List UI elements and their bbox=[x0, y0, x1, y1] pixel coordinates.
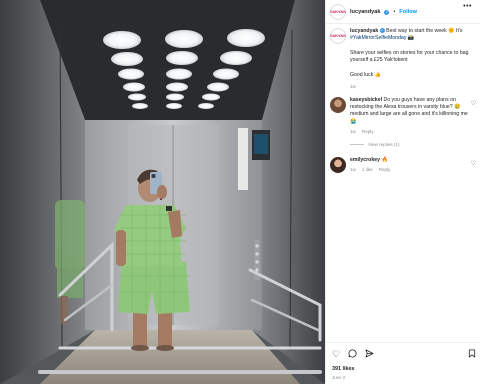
caption-hashtag-suffix: 📸 bbox=[406, 35, 415, 42]
avatar-text-line-1: YAK bbox=[329, 9, 338, 14]
comment-time: 1w bbox=[350, 167, 356, 173]
comment-likes-count[interactable]: 1 like bbox=[362, 167, 373, 172]
comment-text: 🔥 bbox=[381, 157, 388, 163]
caption-verified-badge-icon: ✓ bbox=[379, 28, 385, 34]
bookmark-icon[interactable] bbox=[468, 348, 476, 360]
share-icon[interactable] bbox=[365, 348, 374, 360]
comment-item: kaseysbickel Do you guys have any plans … bbox=[330, 97, 478, 134]
heart-icon[interactable]: ♡ bbox=[332, 349, 340, 359]
commenter-avatar[interactable] bbox=[330, 97, 346, 113]
actions-divider bbox=[326, 342, 480, 343]
caption-paragraph-3: Good luck 👍 bbox=[350, 71, 382, 78]
comment-reply-button[interactable]: Reply bbox=[379, 167, 391, 172]
commenter-avatar[interactable] bbox=[330, 157, 346, 173]
follow-button[interactable]: Follow bbox=[399, 9, 417, 15]
caption-avatar-text-line-1: YAK bbox=[329, 33, 338, 38]
comment-username[interactable]: kaseysbickel bbox=[350, 97, 382, 103]
comment-like-heart-icon[interactable]: ♡ bbox=[471, 160, 476, 167]
comment-like-heart-icon[interactable]: ♡ bbox=[471, 100, 476, 107]
post-caption: YAK YAK lucyandyak ✓ Best way to start th… bbox=[330, 28, 476, 90]
post-username[interactable]: lucyandyak bbox=[350, 9, 380, 15]
view-replies-button[interactable]: View replies (1) bbox=[350, 142, 400, 147]
view-replies-label: View replies (1) bbox=[368, 142, 400, 147]
post-header: YAK YAK lucyandyak ✓ • Follow bbox=[330, 3, 480, 21]
caption-paragraph-2: Share your selfies on stories for your c… bbox=[350, 49, 469, 64]
caption-username[interactable]: lucyandyak bbox=[350, 28, 378, 34]
caption-time: 1w bbox=[350, 84, 356, 90]
comment-time: 1w bbox=[350, 128, 356, 134]
header-divider bbox=[326, 23, 480, 24]
caption-avatar[interactable]: YAK YAK bbox=[330, 28, 346, 44]
verified-badge-icon: ✓ bbox=[384, 9, 390, 15]
caption-avatar-text-line-2: YAK bbox=[338, 33, 347, 38]
post-photo[interactable] bbox=[0, 0, 325, 384]
more-options-icon[interactable]: ••• bbox=[463, 3, 472, 10]
comment-meta: 1w 1 like Reply bbox=[350, 167, 468, 172]
elevator-mirror-selfie-image bbox=[0, 0, 325, 384]
comment-item: emilycrokey 🔥 1w 1 like Reply bbox=[330, 157, 478, 173]
likes-count[interactable]: 391 likes bbox=[332, 366, 354, 372]
view-replies-line bbox=[350, 144, 364, 145]
comment-meta: 1w Reply bbox=[350, 129, 468, 134]
caption-hashtag[interactable]: #YakMirrorSelfieMonday bbox=[350, 35, 406, 41]
comment-username[interactable]: emilycrokey bbox=[350, 157, 380, 163]
comment-icon[interactable] bbox=[348, 348, 357, 360]
separator-dot: • bbox=[393, 9, 396, 15]
caption-line-1: Best way to start the week 🌞 It's bbox=[386, 28, 463, 34]
avatar-text-line-2: YAK bbox=[338, 9, 347, 14]
post-date: June 2 bbox=[332, 375, 346, 380]
post-actions-bar: ♡ bbox=[332, 348, 476, 360]
comment-reply-button[interactable]: Reply bbox=[362, 129, 374, 134]
brand-avatar[interactable]: YAK YAK bbox=[330, 4, 346, 20]
post-side-panel: YAK YAK lucyandyak ✓ • Follow ••• YAK YAK … bbox=[325, 0, 480, 384]
